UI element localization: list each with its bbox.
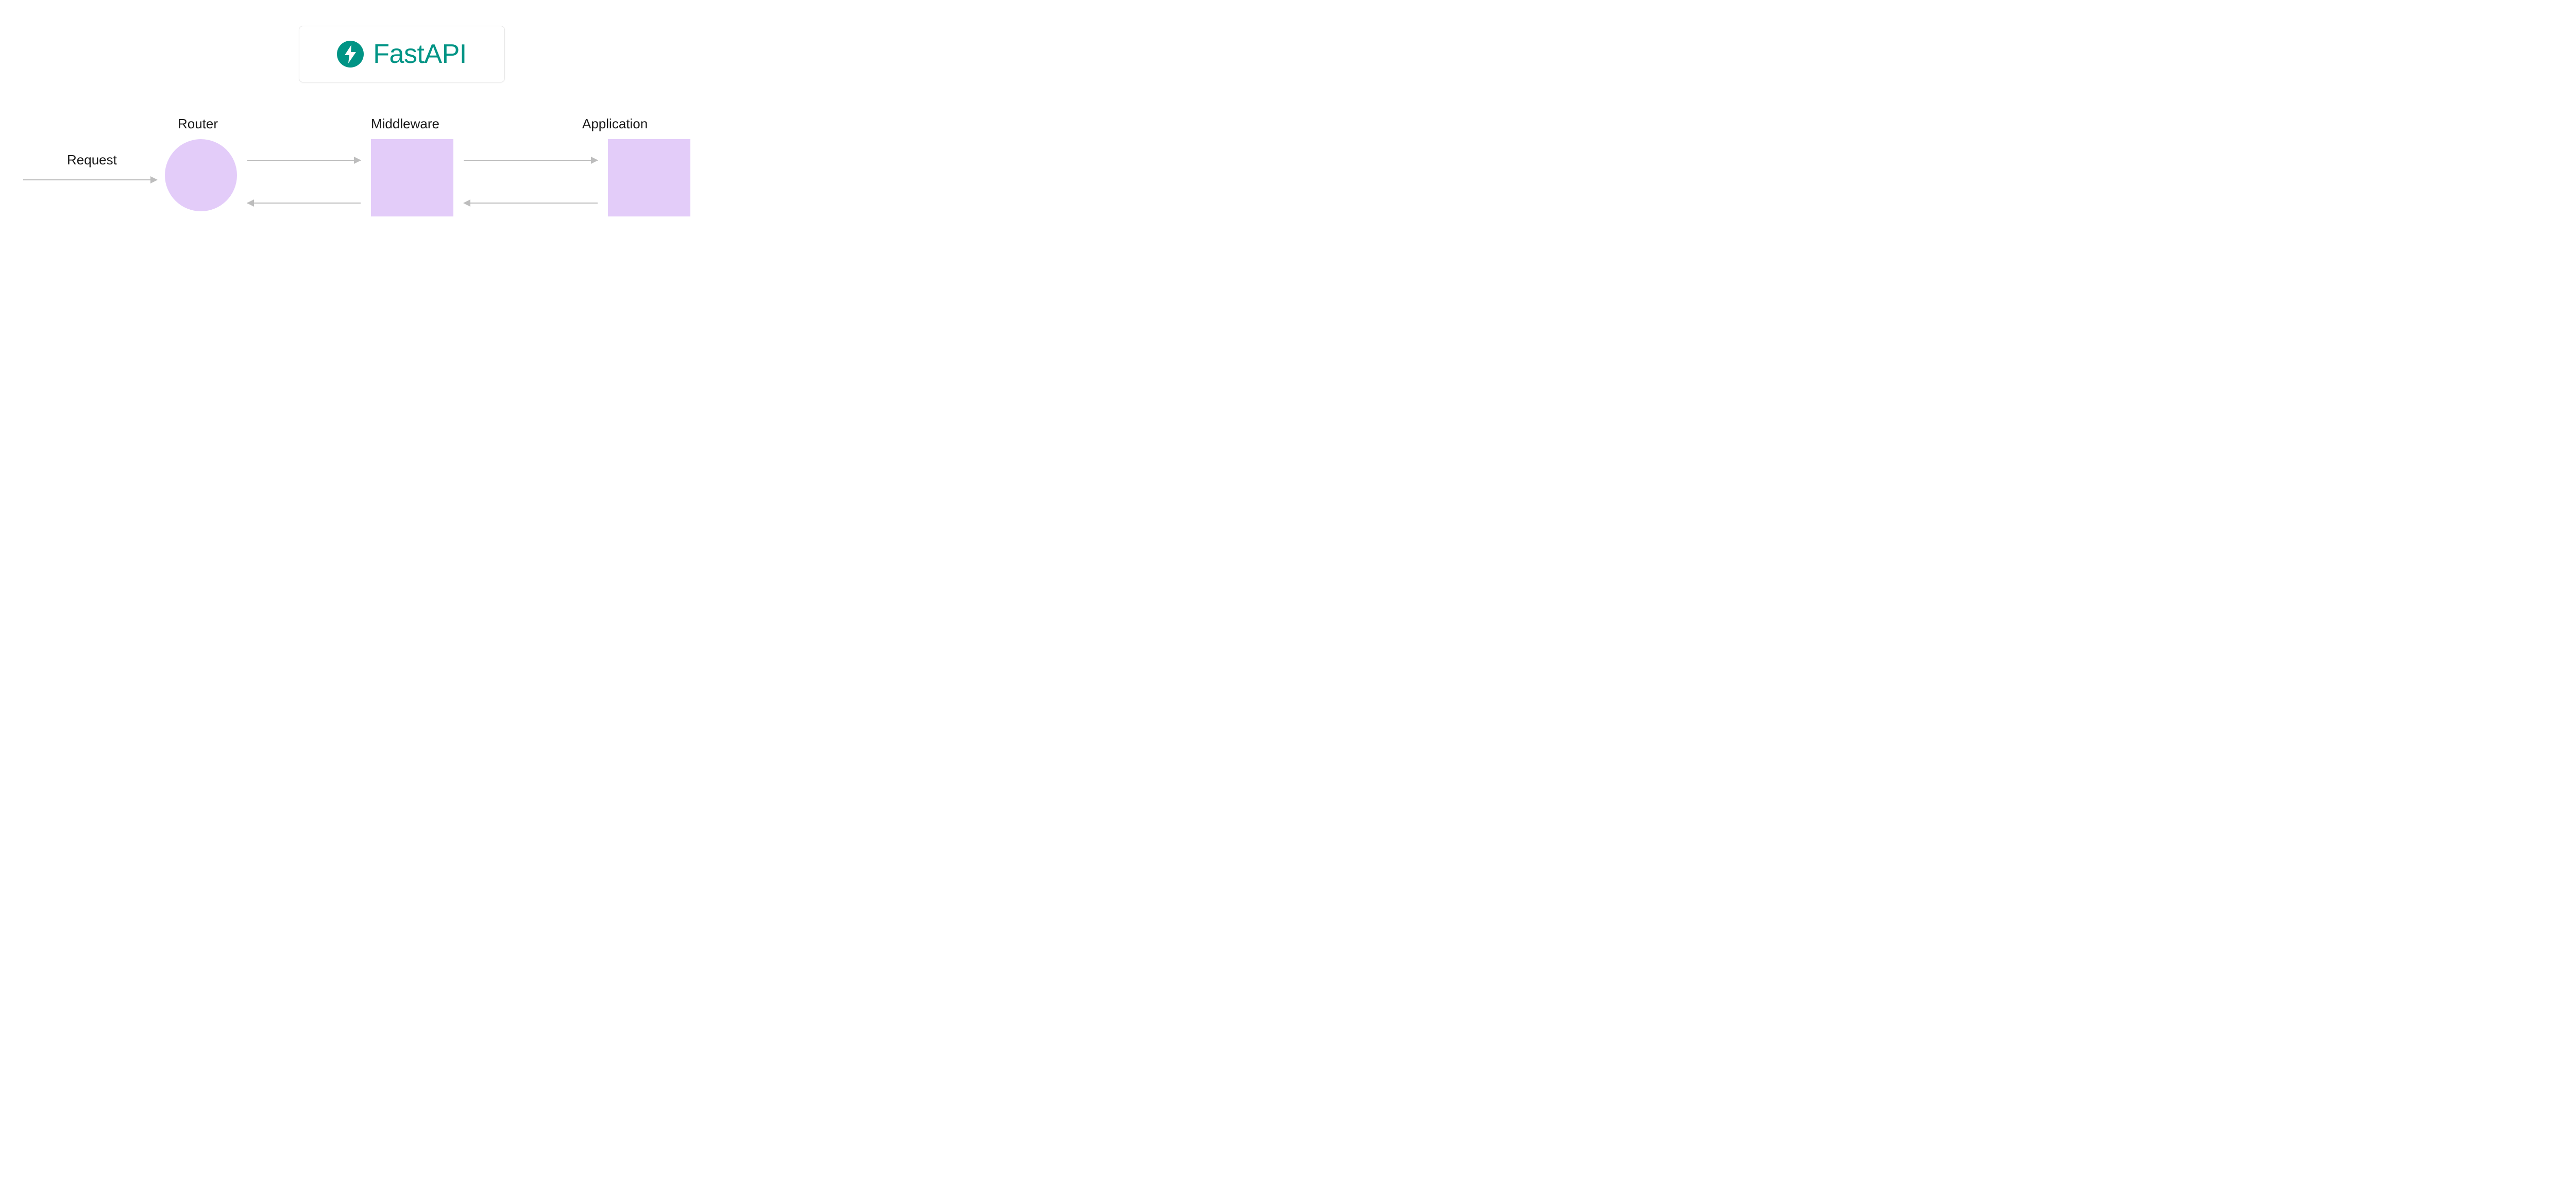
middleware-to-application-arrow bbox=[464, 160, 598, 161]
router-node bbox=[165, 139, 237, 211]
router-to-middleware-arrow bbox=[247, 160, 361, 161]
middleware-node bbox=[371, 139, 453, 216]
logo-text: FastAPI bbox=[373, 39, 466, 70]
application-to-middleware-arrow bbox=[464, 203, 598, 204]
lightning-bolt-icon bbox=[337, 41, 364, 68]
request-to-router-arrow bbox=[23, 179, 157, 180]
router-label: Router bbox=[178, 116, 218, 132]
fastapi-logo-card: FastAPI bbox=[299, 26, 505, 82]
application-node bbox=[608, 139, 690, 216]
middleware-label: Middleware bbox=[371, 116, 439, 132]
application-label: Application bbox=[582, 116, 648, 132]
request-label: Request bbox=[67, 152, 117, 168]
middleware-to-router-arrow bbox=[247, 203, 361, 204]
